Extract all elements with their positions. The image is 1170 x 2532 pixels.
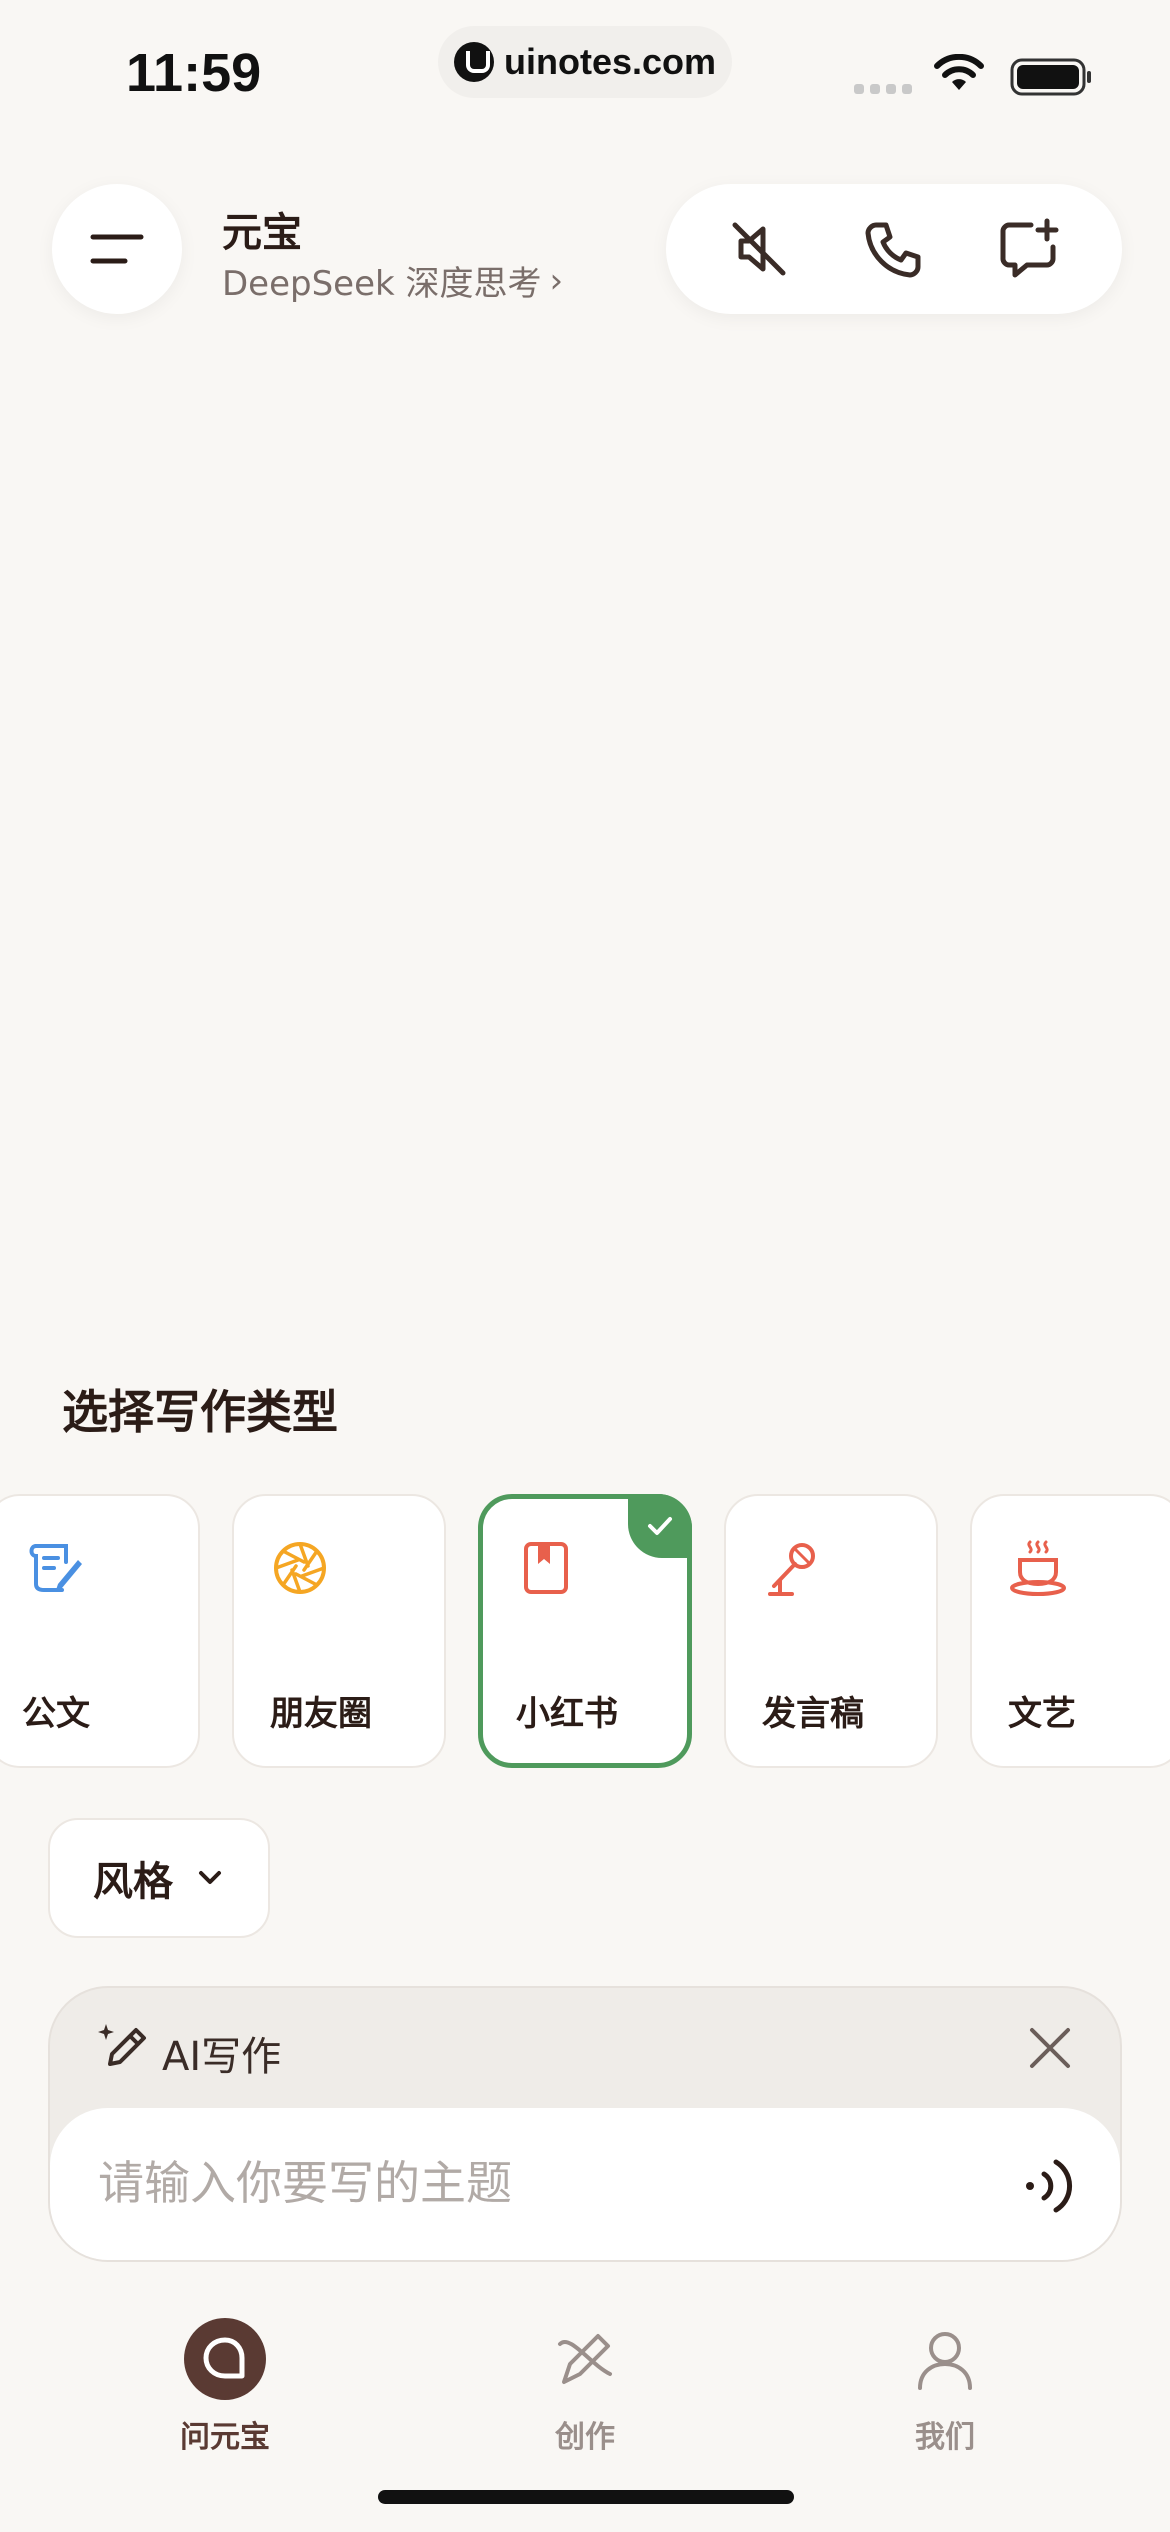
tab-label: 创作 xyxy=(555,2420,615,2455)
writing-type-carousel[interactable]: 公文 朋友圈 小红书 发言稿 文艺 xyxy=(0,1494,1170,1770)
create-tab-icon xyxy=(544,2318,626,2400)
section-title: 选择写作类型 xyxy=(62,1385,338,1439)
magic-pen-icon xyxy=(98,2024,146,2066)
person-icon xyxy=(904,2318,986,2400)
url-text: uinotes.com xyxy=(503,41,717,82)
status-bar: 11:59 uinotes.com xyxy=(0,0,1170,140)
microphone-icon xyxy=(768,1543,815,1596)
speaker-muted-icon xyxy=(732,222,786,276)
tab-women[interactable]: 我们 xyxy=(845,2318,1045,2458)
chat-tab-icon xyxy=(184,2318,266,2400)
chevron-right-icon: › xyxy=(549,260,564,301)
phone-icon xyxy=(865,222,921,278)
card-label: 公文 xyxy=(22,1694,90,1734)
card-pengyouquan[interactable]: 朋友圈 xyxy=(232,1494,446,1768)
chevron-down-icon xyxy=(199,1871,221,1884)
style-dropdown[interactable]: 风格 xyxy=(48,1818,270,1938)
card-label: 小红书 xyxy=(516,1694,618,1734)
tab-chuangzuo[interactable]: 创作 xyxy=(485,2318,685,2458)
card-label: 朋友圈 xyxy=(270,1694,372,1734)
hamburger-menu-icon xyxy=(90,234,144,264)
close-button[interactable] xyxy=(1020,2018,1080,2078)
new-chat-icon xyxy=(1000,218,1059,278)
topic-input[interactable] xyxy=(98,2148,978,2218)
tab-label: 我们 xyxy=(915,2420,975,2455)
site-logo-icon xyxy=(453,42,494,82)
home-indicator xyxy=(378,2490,794,2504)
voice-input-button[interactable] xyxy=(1010,2148,1086,2224)
document-quill-icon xyxy=(29,1544,82,1592)
model-label: DeepSeek 深度思考 xyxy=(222,264,542,304)
card-label: 发言稿 xyxy=(762,1694,864,1734)
card-xiaohongshu[interactable]: 小红书 xyxy=(478,1494,692,1768)
battery-icon xyxy=(1010,58,1091,96)
assistant-name: 元宝 xyxy=(222,210,302,256)
close-icon xyxy=(1030,2028,1070,2068)
status-time: 11:59 xyxy=(126,43,262,103)
url-pill[interactable]: uinotes.com xyxy=(438,26,732,98)
card-gongwen[interactable]: 公文 xyxy=(0,1494,200,1768)
wifi-icon xyxy=(934,54,984,90)
tab-wenyuanbao[interactable]: 问元宝 xyxy=(125,2318,325,2458)
header-actions xyxy=(666,184,1122,314)
mute-button[interactable] xyxy=(714,204,804,294)
composer-mode-label: AI写作 xyxy=(162,2034,282,2080)
card-label: 文艺 xyxy=(1008,1694,1076,1734)
topic-input-box[interactable] xyxy=(50,2108,1120,2260)
style-label: 风格 xyxy=(93,1859,173,1905)
voice-wave-icon xyxy=(1026,2159,1073,2213)
call-button[interactable] xyxy=(849,204,939,294)
notebook-icon xyxy=(524,1542,568,1594)
card-fayangao[interactable]: 发言稿 xyxy=(724,1494,938,1768)
cellular-signal-icon xyxy=(854,84,912,94)
model-selector[interactable]: DeepSeek 深度思考 › xyxy=(222,256,563,305)
checkmark-icon xyxy=(648,1517,672,1535)
ai-writing-composer: AI写作 xyxy=(48,1986,1122,2262)
new-chat-button[interactable] xyxy=(984,204,1074,294)
card-wenyi[interactable]: 文艺 xyxy=(970,1494,1170,1768)
selected-check-badge xyxy=(628,1494,692,1558)
aperture-icon xyxy=(274,1542,326,1594)
menu-button[interactable] xyxy=(52,184,182,314)
coffee-cup-icon xyxy=(1010,1540,1066,1596)
tab-label: 问元宝 xyxy=(180,2420,270,2455)
